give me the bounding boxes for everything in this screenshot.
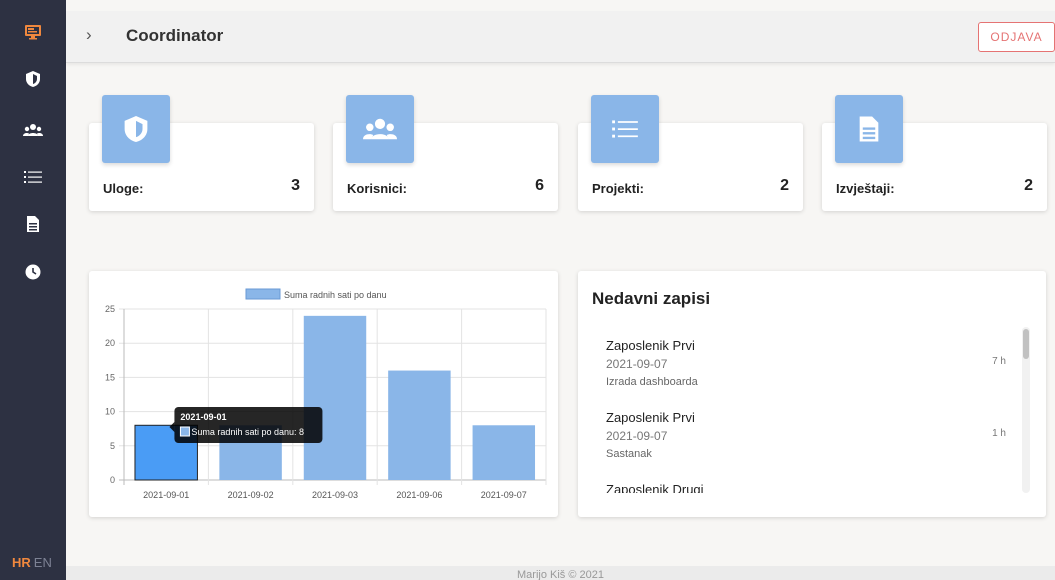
page-title: Coordinator [126, 26, 224, 45]
list-icon [591, 95, 659, 163]
shield-icon [102, 95, 170, 163]
y-tick-label: 20 [105, 338, 115, 348]
entry-employee: Zaposlenik Drugi [606, 482, 704, 493]
x-tick-label: 2021-09-02 [228, 490, 274, 500]
recent-entries-list[interactable]: Zaposlenik Prvi 2021-09-07 Izrada dashbo… [578, 329, 1018, 493]
entry-hours: 7 h [992, 356, 1006, 367]
x-tick-label: 2021-09-01 [143, 490, 189, 500]
list-item[interactable]: Zaposlenik Drugi [578, 473, 1018, 493]
list-item[interactable]: Zaposlenik Prvi 2021-09-07 Izrada dashbo… [578, 329, 1018, 401]
stat-value: 2 [1024, 177, 1033, 194]
footer: Marijo Kiš © 2021 [66, 566, 1055, 580]
users-icon[interactable] [23, 120, 43, 140]
shield-icon[interactable] [23, 69, 43, 89]
hours-chart-card: 0 5 10 15 20 25 2021-09-01 2021-09-02 2021-09-03… [89, 271, 558, 517]
y-tick-label: 25 [105, 304, 115, 314]
hours-bar-chart[interactable]: 0 5 10 15 20 25 2021-09-01 2021-09-02 2021-09-03… [89, 271, 558, 517]
stat-card-users[interactable]: Korisnici: 6 [333, 95, 558, 211]
chevron-right-icon[interactable]: › [86, 25, 92, 45]
x-tick-label: 2021-09-03 [312, 490, 358, 500]
stat-label: Korisnici: [347, 181, 407, 196]
stat-label: Uloge: [103, 181, 144, 196]
stat-value: 3 [291, 177, 300, 194]
entry-date: 2021-09-07 [606, 429, 668, 443]
y-tick-label: 10 [105, 407, 115, 417]
stat-value: 2 [780, 177, 789, 194]
tooltip-title: 2021-09-01 [180, 412, 226, 422]
entry-description: Sastanak [606, 448, 652, 460]
list-item[interactable]: Zaposlenik Prvi 2021-09-07 Sastanak 1 h [578, 401, 1018, 473]
legend-swatch [245, 288, 281, 300]
y-tick-label: 0 [110, 475, 115, 485]
tooltip-swatch [179, 426, 190, 437]
users-icon [346, 95, 414, 163]
stat-card-projects[interactable]: Projekti: 2 [578, 95, 803, 211]
entry-description: Izrada dashboarda [606, 376, 698, 388]
top-bar: › Coordinator ODJAVA [66, 11, 1055, 63]
x-tick-label: 2021-09-06 [396, 490, 442, 500]
sidebar: HR EN [0, 0, 66, 580]
entry-date: 2021-09-07 [606, 357, 668, 371]
list-icon[interactable] [23, 167, 43, 187]
bar[interactable] [303, 315, 367, 480]
lang-en[interactable]: EN [34, 555, 52, 570]
stat-value: 6 [535, 177, 544, 194]
monitor-icon[interactable] [23, 22, 43, 42]
document-icon [835, 95, 903, 163]
legend-label: Suma radnih sati po danu [284, 290, 387, 300]
stat-label: Projekti: [592, 181, 645, 196]
recent-entries-title: Nedavni zapisi [592, 289, 711, 308]
lang-hr[interactable]: HR [12, 555, 31, 570]
x-tick-label: 2021-09-07 [481, 490, 527, 500]
scrollbar-thumb[interactable] [1023, 329, 1029, 359]
stat-card-roles[interactable]: Uloge: 3 [89, 95, 314, 211]
stat-card-reports[interactable]: Izvještaji: 2 [822, 95, 1047, 211]
logout-button[interactable]: ODJAVA [978, 22, 1055, 52]
entry-hours: 1 h [992, 428, 1006, 439]
entry-employee: Zaposlenik Prvi [606, 410, 695, 425]
y-tick-label: 15 [105, 372, 115, 382]
language-switcher[interactable]: HR EN [12, 555, 52, 570]
bar[interactable] [472, 425, 536, 480]
recent-entries-card: Nedavni zapisi Zaposlenik Prvi 2021-09-0… [578, 271, 1046, 517]
y-tick-label: 5 [110, 441, 115, 451]
document-icon[interactable] [23, 214, 43, 234]
entry-employee: Zaposlenik Prvi [606, 338, 695, 353]
clock-icon[interactable] [23, 262, 43, 282]
bar[interactable] [388, 370, 451, 480]
stat-label: Izvještaji: [836, 181, 895, 196]
tooltip-text: Suma radnih sati po danu: 8 [191, 427, 304, 437]
